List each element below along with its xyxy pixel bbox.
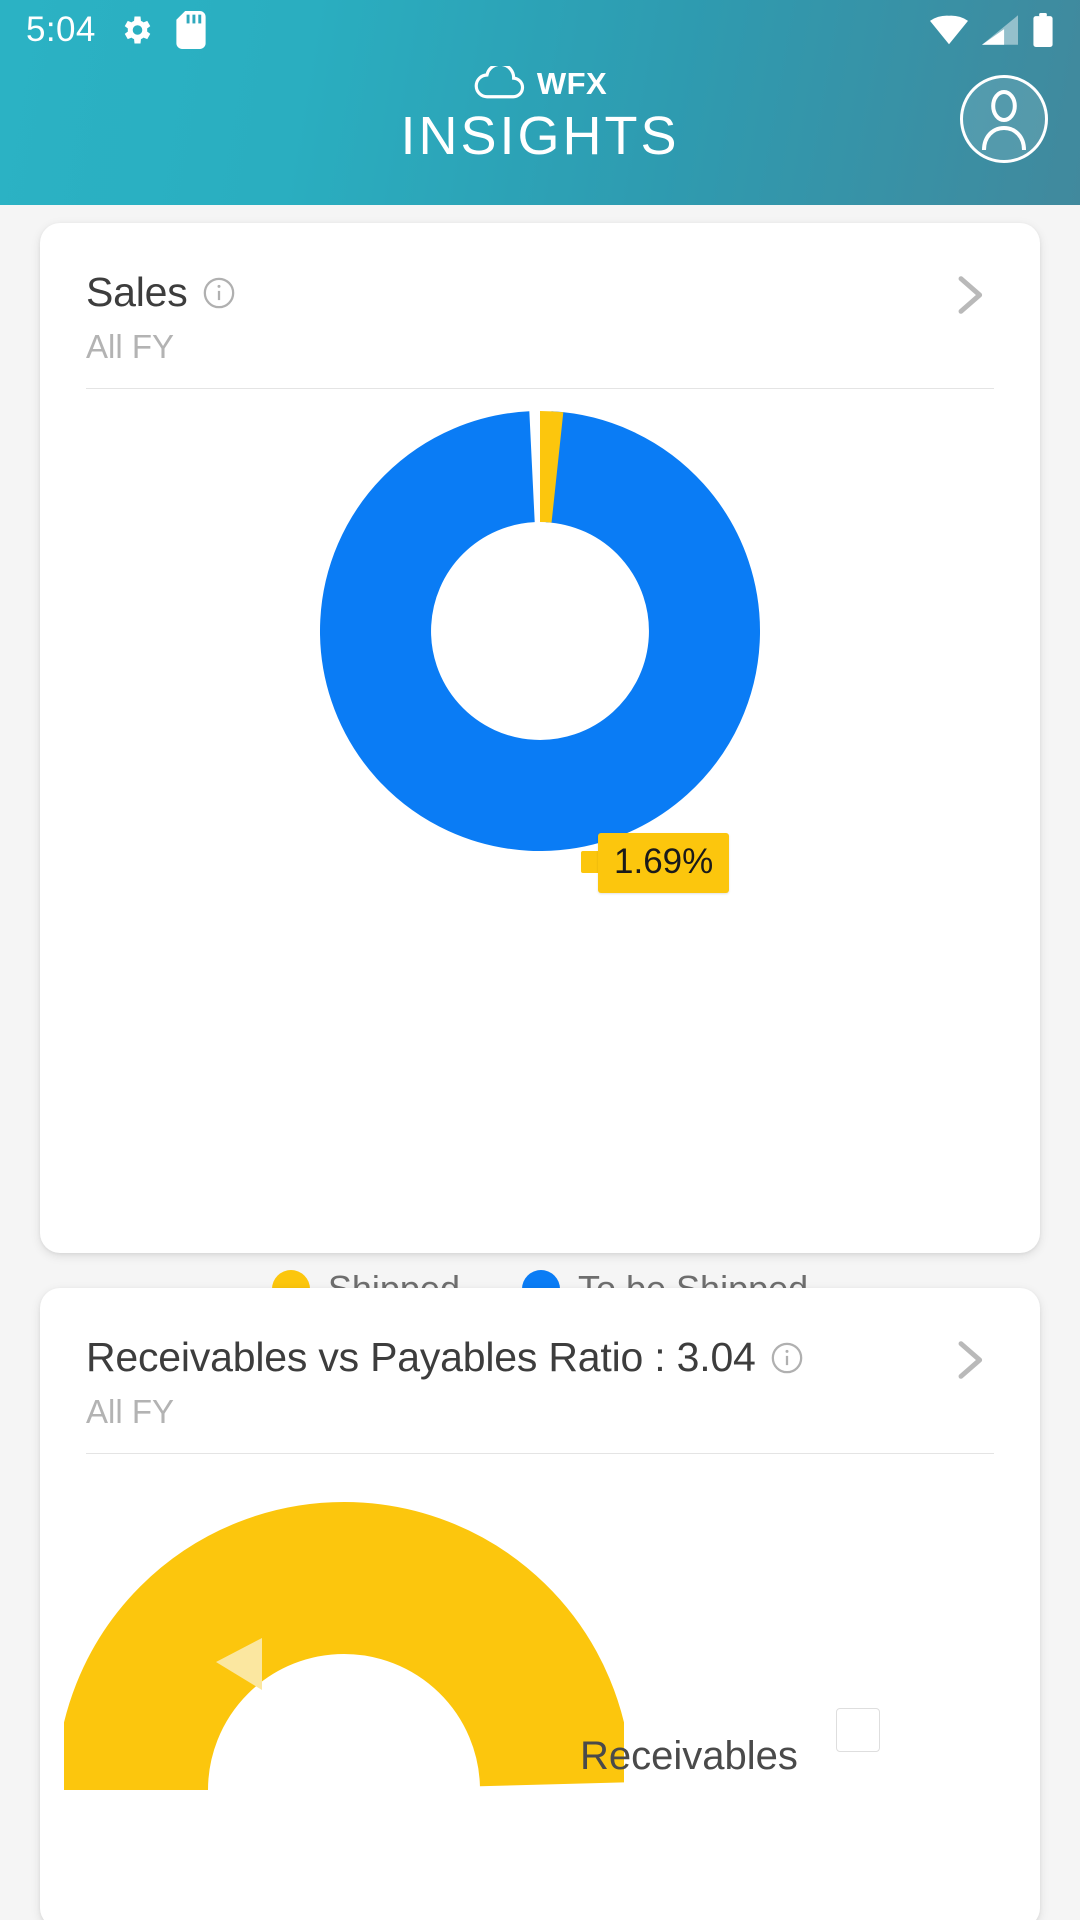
sales-card[interactable]: Sales All FY 98.3% 1.69% [40, 223, 1040, 1620]
chevron-right-icon[interactable] [940, 1332, 996, 1388]
ratio-card-subtitle: All FY [86, 1393, 175, 1430]
chevron-right-icon[interactable] [940, 267, 996, 323]
info-icon[interactable] [202, 276, 236, 310]
ratio-legend-label-receivables: Receivables [580, 1734, 798, 1778]
battery-icon [1032, 13, 1054, 47]
ratio-legend-swatch [836, 1708, 880, 1752]
donut-svg [320, 411, 760, 851]
ratio-card-header: Receivables vs Payables Ratio : 3.04 All… [40, 1288, 1040, 1431]
donut-label-shipped: 1.69% [598, 833, 730, 893]
status-bar-left: 5:04 [26, 10, 206, 50]
sales-card-header: Sales All FY [40, 223, 1040, 366]
donut-label-to-be-shipped: 98.3% [321, 958, 424, 999]
ratio-donut-svg [64, 1502, 624, 1790]
gear-icon [118, 12, 154, 48]
cloud-icon [473, 66, 527, 102]
ratio-slice-receivables [64, 1502, 624, 1790]
brand-subtitle: INSIGHTS [400, 106, 680, 166]
ratio-card-title: Receivables vs Payables Ratio : 3.04 [86, 1334, 756, 1380]
app-root: 5:04 WFX INSIGHTS Sales All FY 98.3% 1.6… [0, 0, 1080, 1920]
brand-top-row: WFX [473, 62, 607, 106]
status-bar-clock: 5:04 [26, 10, 96, 49]
avatar[interactable] [960, 75, 1048, 163]
status-bar-right [930, 13, 1054, 47]
wifi-icon [930, 15, 968, 45]
sd-card-icon [176, 11, 206, 49]
ratio-card-divider [86, 1453, 994, 1454]
sales-donut-chart [40, 411, 1040, 881]
sales-card-subtitle: All FY [86, 328, 175, 365]
sales-card-divider [86, 388, 994, 389]
brand-name: WFX [536, 66, 608, 101]
sales-title-row: Sales [86, 269, 994, 316]
user-avatar-icon [976, 88, 1032, 150]
receivables-payables-card[interactable]: Receivables vs Payables Ratio : 3.04 All… [40, 1288, 1040, 1920]
app-header: 5:04 WFX INSIGHTS [0, 0, 1080, 205]
ratio-donut-chart: Receivables [40, 1490, 1040, 1790]
info-icon[interactable] [770, 1341, 804, 1375]
page-title: Sales [86, 269, 188, 315]
brand-logo: WFX INSIGHTS [0, 62, 1080, 165]
cellular-signal-icon [982, 15, 1018, 45]
ratio-title-row: Receivables vs Payables Ratio : 3.04 [86, 1334, 994, 1381]
status-bar: 5:04 [0, 0, 1080, 60]
